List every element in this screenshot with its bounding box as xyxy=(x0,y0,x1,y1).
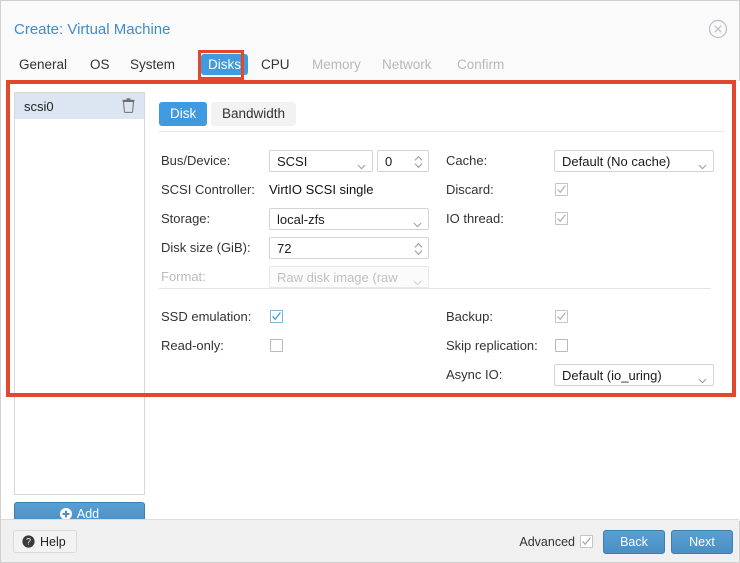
page-title: Create: Virtual Machine xyxy=(14,21,171,38)
read-only-checkbox[interactable] xyxy=(270,339,283,352)
tab-cpu[interactable]: CPU xyxy=(254,54,297,75)
read-only-label: Read-only: xyxy=(161,338,224,353)
backup-label: Backup: xyxy=(446,309,493,324)
section-divider xyxy=(159,288,711,289)
tab-general[interactable]: General xyxy=(12,54,74,75)
tab-os[interactable]: OS xyxy=(83,54,117,75)
help-button[interactable]: ? Help xyxy=(13,530,77,553)
storage-value: local-zfs xyxy=(277,211,325,227)
chevron-down-icon xyxy=(698,158,707,170)
disk-size-label: Disk size (GiB): xyxy=(161,240,251,255)
format-value: Raw disk image (raw xyxy=(277,269,398,285)
tab-disks[interactable]: Disks xyxy=(201,54,248,75)
field-read-only: Read-only: xyxy=(161,333,441,361)
bus-device-value: SCSI xyxy=(277,153,308,169)
disk-size-input[interactable]: 72 xyxy=(269,237,429,259)
cache-value: Default (No cache) xyxy=(562,153,671,169)
subtab-disk[interactable]: Disk xyxy=(159,102,208,126)
cache-select[interactable]: Default (No cache) xyxy=(554,150,714,172)
format-select: Raw disk image (raw xyxy=(269,266,429,288)
field-ssd-emulation: SSD emulation: xyxy=(161,304,441,332)
field-async-io: Async IO: Default (io_uring) xyxy=(446,362,716,390)
skip-replication-label: Skip replication: xyxy=(446,338,538,353)
tab-network: Network xyxy=(382,57,432,72)
chevron-down-icon xyxy=(413,274,422,286)
dialog-footer: ? Help Advanced Back Next xyxy=(1,519,739,562)
disk-form-panel: Disk Bandwidth Bus/Device: SCSI 0 SCSI C… xyxy=(159,92,725,495)
bus-device-label: Bus/Device: xyxy=(161,153,231,168)
field-disk-size: Disk size (GiB): 72 xyxy=(161,235,441,263)
next-button[interactable]: Next xyxy=(671,530,733,554)
wizard-tabbar: General OS System Disks CPU Memory Netwo… xyxy=(1,47,739,81)
field-scsi-controller: SCSI Controller: VirtIO SCSI single xyxy=(161,177,441,205)
async-io-select[interactable]: Default (io_uring) xyxy=(554,364,714,386)
advanced-checkbox[interactable] xyxy=(580,535,593,548)
scsi-controller-label: SCSI Controller: xyxy=(161,182,255,197)
tab-system[interactable]: System xyxy=(123,54,182,75)
question-circle-icon: ? xyxy=(22,535,35,548)
field-cache: Cache: Default (No cache) xyxy=(446,148,716,176)
disk-list: scsi0 xyxy=(14,92,145,495)
spinner-updown-icon[interactable] xyxy=(414,155,423,169)
storage-label: Storage: xyxy=(161,211,211,226)
chevron-down-icon xyxy=(357,158,366,170)
ssd-emulation-label: SSD emulation: xyxy=(161,309,252,324)
chevron-down-icon xyxy=(698,372,707,384)
bus-device-index-value: 0 xyxy=(385,153,393,169)
field-io-thread: IO thread: xyxy=(446,206,716,234)
io-thread-label: IO thread: xyxy=(446,211,504,226)
chevron-down-icon xyxy=(413,216,422,228)
disk-list-item-label: scsi0 xyxy=(24,98,54,114)
subtab-bandwidth[interactable]: Bandwidth xyxy=(211,102,297,126)
advanced-label: Advanced xyxy=(519,535,575,549)
format-label: Format: xyxy=(161,269,206,284)
discard-checkbox xyxy=(555,183,568,196)
async-io-label: Async IO: xyxy=(446,367,503,382)
close-icon[interactable] xyxy=(708,19,728,39)
disk-size-value: 72 xyxy=(277,240,292,256)
cache-label: Cache: xyxy=(446,153,488,168)
list-item[interactable]: scsi0 xyxy=(15,93,144,119)
help-button-label: Help xyxy=(40,534,66,549)
skip-replication-checkbox[interactable] xyxy=(555,339,568,352)
async-io-value: Default (io_uring) xyxy=(562,367,662,383)
field-discard: Discard: xyxy=(446,177,716,205)
trash-icon[interactable] xyxy=(122,98,135,113)
subtab-underline xyxy=(159,131,725,132)
ssd-emulation-checkbox[interactable] xyxy=(270,310,283,323)
tab-memory: Memory xyxy=(312,57,361,72)
dialog-body: scsi0 Add Disk Bandwidth Bus/Device: SCS… xyxy=(1,81,740,526)
field-backup: Backup: xyxy=(446,304,716,332)
field-skip-replication: Skip replication: xyxy=(446,333,716,361)
bus-device-select[interactable]: SCSI xyxy=(269,150,373,172)
dialog-titlebar: Create: Virtual Machine xyxy=(1,1,739,47)
scsi-controller-value: VirtIO SCSI single xyxy=(269,182,374,197)
backup-checkbox xyxy=(555,310,568,323)
storage-select[interactable]: local-zfs xyxy=(269,208,429,230)
io-thread-checkbox xyxy=(555,212,568,225)
spinner-updown-icon[interactable] xyxy=(414,242,423,256)
tab-confirm: Confirm xyxy=(457,57,505,72)
back-button[interactable]: Back xyxy=(603,530,665,554)
field-bus-device: Bus/Device: SCSI 0 xyxy=(161,148,441,176)
discard-label: Discard: xyxy=(446,182,494,197)
bus-device-index-input[interactable]: 0 xyxy=(377,150,429,172)
field-storage: Storage: local-zfs xyxy=(161,206,441,234)
svg-text:?: ? xyxy=(26,537,31,547)
create-vm-dialog: Create: Virtual Machine General OS Syste… xyxy=(0,0,740,563)
